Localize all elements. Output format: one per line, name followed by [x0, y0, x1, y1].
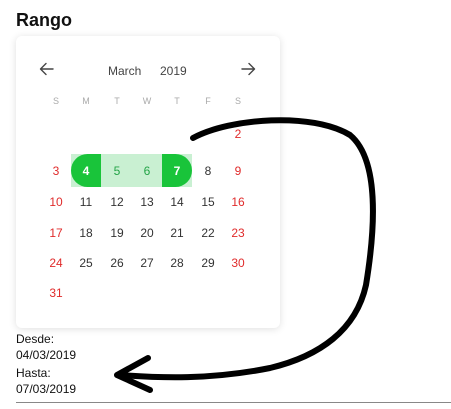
calendar-day[interactable]: 26	[102, 246, 132, 279]
calendar-day[interactable]: 9	[223, 154, 253, 187]
from-label: Desde:	[16, 332, 55, 346]
weekday-header: W	[142, 96, 152, 106]
calendar-day[interactable]: 16	[223, 185, 253, 218]
calendar-day[interactable]: 12	[102, 185, 132, 218]
calendar-day[interactable]: 15	[193, 185, 223, 218]
date-range-calendar: March 2019 SMTWTFS 2 3 4 5 6 7 8 9 10 11 12 13 14 15 1…	[16, 36, 280, 328]
calendar-day[interactable]: 20	[132, 216, 162, 249]
to-value: 07/03/2019	[16, 382, 77, 396]
to-label: Hasta:	[16, 366, 51, 380]
month-label: March	[108, 64, 142, 78]
calendar-day[interactable]: 3	[41, 154, 71, 187]
year-label: 2019	[160, 64, 187, 78]
calendar-day[interactable]: 5	[102, 154, 132, 187]
weekday-header: M	[82, 96, 90, 106]
calendar-day[interactable]: 10	[41, 185, 71, 218]
calendar-day[interactable]: 2	[223, 117, 253, 150]
calendar-day[interactable]: 19	[102, 216, 132, 249]
calendar-day[interactable]: 29	[193, 246, 223, 279]
weekday-header: S	[52, 96, 59, 106]
weekday-header: F	[205, 96, 211, 106]
calendar-day[interactable]: 23	[223, 216, 253, 249]
calendar-day[interactable]: 30	[223, 246, 253, 279]
calendar-day[interactable]: 31	[41, 276, 71, 309]
next-month-button[interactable]	[237, 58, 259, 80]
calendar-day[interactable]: 4	[71, 154, 101, 187]
prev-month-button[interactable]	[36, 58, 58, 80]
calendar-day[interactable]: 11	[71, 185, 101, 218]
calendar-day[interactable]: 14	[162, 185, 192, 218]
calendar-day[interactable]: 21	[162, 216, 192, 249]
weekday-header: T	[114, 96, 120, 106]
weekday-header: S	[234, 96, 241, 106]
calendar-day[interactable]: 17	[41, 216, 71, 249]
calendar-day[interactable]: 22	[193, 216, 223, 249]
calendar-day[interactable]: 25	[71, 246, 101, 279]
arrow-right-icon	[241, 62, 256, 76]
calendar-day[interactable]: 18	[71, 216, 101, 249]
arrow-left-icon	[39, 62, 54, 76]
calendar-day[interactable]: 27	[132, 246, 162, 279]
from-value: 04/03/2019	[16, 348, 77, 362]
weekday-header: T	[174, 96, 180, 106]
calendar-day[interactable]: 8	[193, 154, 223, 187]
calendar-day[interactable]: 6	[132, 154, 162, 187]
page-title: Rango	[16, 10, 72, 30]
input-underline	[16, 402, 451, 403]
calendar-day[interactable]: 24	[41, 246, 71, 279]
calendar-day[interactable]: 28	[162, 246, 192, 279]
calendar-day[interactable]: 13	[132, 185, 162, 218]
